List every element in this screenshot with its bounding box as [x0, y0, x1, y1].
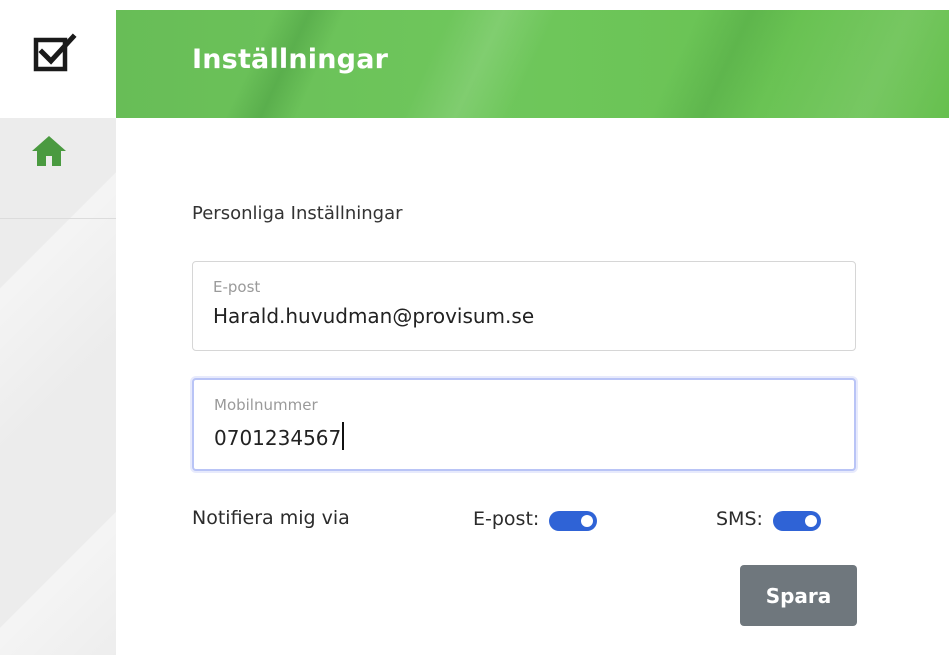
- email-field-value[interactable]: Harald.huvudman@provisum.se: [213, 304, 534, 328]
- email-field[interactable]: E-post Harald.huvudman@provisum.se: [192, 261, 856, 351]
- mobile-field-label: Mobilnummer: [214, 396, 318, 414]
- page-header: Inställningar: [116, 10, 949, 118]
- sms-notification-toggle[interactable]: [772, 511, 821, 531]
- section-title: Personliga Inställningar: [192, 203, 403, 224]
- email-field-label: E-post: [213, 278, 261, 296]
- mobile-field-value-wrap[interactable]: 0701234567: [214, 422, 344, 450]
- page-title: Inställningar: [192, 44, 389, 75]
- sidebar-item-home[interactable]: [0, 118, 116, 219]
- email-notification-toggle[interactable]: [549, 511, 598, 531]
- save-button[interactable]: Spara: [740, 565, 857, 626]
- checkbox-check-icon: [33, 33, 77, 77]
- sms-toggle-label: SMS:: [716, 508, 763, 530]
- sidebar: [0, 118, 116, 655]
- mobile-field[interactable]: Mobilnummer 0701234567: [192, 378, 856, 471]
- notify-label: Notifiera mig via: [192, 507, 350, 529]
- mobile-field-value[interactable]: 0701234567: [214, 426, 341, 450]
- app-logo-area: [0, 0, 116, 118]
- home-icon: [30, 134, 68, 172]
- email-toggle-label: E-post:: [473, 508, 540, 530]
- text-caret: [342, 422, 344, 450]
- sms-notification-toggle-group: SMS:: [716, 507, 821, 531]
- email-notification-toggle-group: E-post:: [473, 507, 598, 531]
